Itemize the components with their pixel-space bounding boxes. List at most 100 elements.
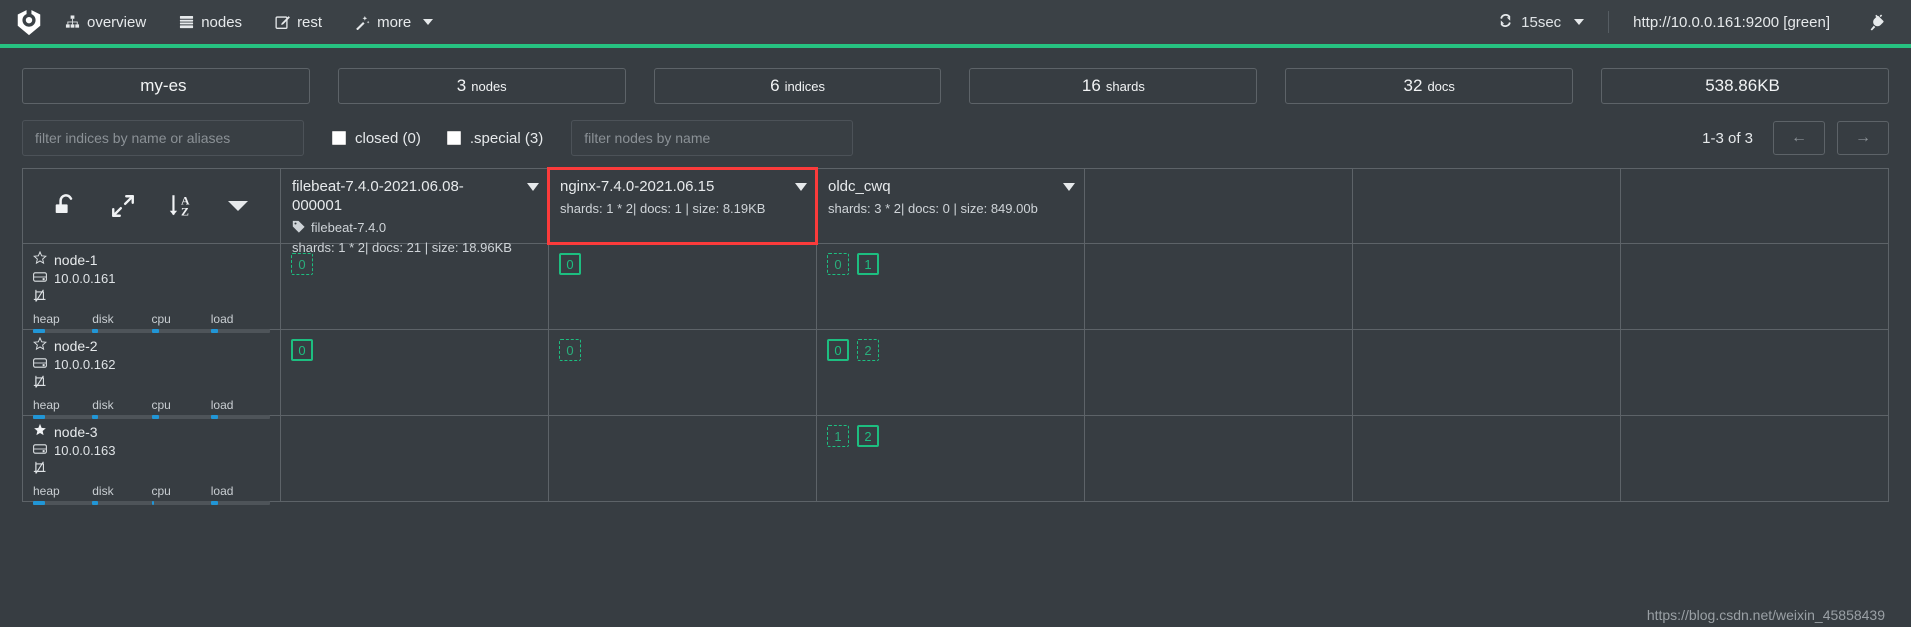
gauge-load: load xyxy=(210,312,270,334)
svg-text:Z: Z xyxy=(181,205,189,219)
gauge-heap: heap xyxy=(33,398,93,420)
navbar-right: 15sec http://10.0.0.161:9200 [green] xyxy=(1498,11,1889,33)
chevron-down-icon xyxy=(423,19,434,25)
node-row: node-2 10.0.0.162 heap disk cpu load 0 0… xyxy=(22,329,1889,420)
index-type-checkboxes: closed (0) .special (3) xyxy=(332,130,543,147)
refresh-interval-selector[interactable]: 15sec xyxy=(1498,13,1585,32)
stat-cluster-name: my-es xyxy=(22,68,310,104)
navbar-divider xyxy=(1608,11,1610,33)
nav-item-overview[interactable]: overview xyxy=(62,10,148,35)
caret-down-icon[interactable] xyxy=(226,198,250,214)
index-menu-caret-icon[interactable] xyxy=(795,183,807,191)
nav-item-label: nodes xyxy=(201,13,243,31)
stat-docs: 32 docs xyxy=(1285,68,1574,104)
index-name: oldc_cwq xyxy=(828,178,891,195)
unlock-icon[interactable] xyxy=(53,193,79,219)
shard-badge[interactable]: 0 xyxy=(291,339,313,361)
gauge-heap: heap xyxy=(33,312,93,334)
star-outline-icon xyxy=(33,250,47,270)
shard-badge[interactable]: 1 xyxy=(827,425,849,447)
shard-cell-empty xyxy=(1620,329,1889,416)
index-header-cell: oldc_cwq shards: 3 * 2| docs: 0 | size: … xyxy=(816,168,1085,244)
node-role-icons xyxy=(33,375,270,393)
nav-items: overview nodes rest more xyxy=(62,10,435,35)
gauge-label: disk xyxy=(92,312,114,327)
top-navbar: overview nodes rest more 15sec http://10… xyxy=(0,0,1911,48)
index-header-empty-cell xyxy=(1352,168,1621,244)
index-header-empty-cell xyxy=(1084,168,1353,244)
plug-icon[interactable] xyxy=(1870,14,1889,31)
shard-badge[interactable]: 2 xyxy=(857,339,879,361)
checkbox-box-icon xyxy=(332,131,346,145)
shard-badge[interactable]: 0 xyxy=(827,339,849,361)
index-menu-caret-icon[interactable] xyxy=(1063,183,1075,191)
stat-size: 538.86KB xyxy=(1601,68,1889,104)
stat-unit: nodes xyxy=(471,78,507,94)
nav-item-rest[interactable]: rest xyxy=(272,10,324,35)
shard-cell-empty xyxy=(1352,415,1621,502)
nav-item-label: overview xyxy=(87,13,147,31)
index-header-cell: nginx-7.4.0-2021.06.15 shards: 1 * 2| do… xyxy=(547,167,818,245)
gauge-load: load xyxy=(210,484,270,506)
nav-item-nodes[interactable]: nodes xyxy=(176,10,244,35)
node-name: node-2 xyxy=(54,338,98,354)
index-alias: filebeat-7.4.0 xyxy=(292,220,537,236)
shard-badge[interactable]: 0 xyxy=(559,339,581,361)
pagination-next-button[interactable]: → xyxy=(1837,121,1889,155)
node-name-line: node-1 xyxy=(33,250,270,270)
grid-header-row: A Z filebeat-7.4.0-2021.06.08-000001 fil… xyxy=(22,167,1889,255)
nodes-filter-input[interactable] xyxy=(571,120,854,156)
stat-unit: indices xyxy=(784,78,826,94)
index-menu-caret-icon[interactable] xyxy=(527,183,539,191)
index-header-cell: filebeat-7.4.0-2021.06.08-000001 filebea… xyxy=(280,168,549,255)
node-name-line: node-3 xyxy=(33,423,270,442)
server-icon xyxy=(33,442,47,460)
refresh-interval-label: 15sec xyxy=(1521,13,1562,31)
gauge-label: load xyxy=(210,398,234,413)
index-header-filebeat: filebeat-7.4.0-2021.06.08-000001 filebea… xyxy=(281,169,548,255)
gauge-label: heap xyxy=(33,312,60,327)
index-header-empty-cell xyxy=(1620,168,1889,244)
expand-arrows-icon[interactable] xyxy=(110,193,136,219)
cluster-stats-bar: my-es 3 nodes 6 indices 16 shards 32 doc… xyxy=(0,44,1911,104)
gauge-cpu: cpu xyxy=(151,484,211,506)
gauge-disk: disk xyxy=(92,484,152,506)
shard-cell: 1 2 xyxy=(816,415,1085,502)
shard-cell-empty xyxy=(1620,415,1889,502)
checkbox-label: closed (0) xyxy=(355,129,421,147)
stat-value: 16 xyxy=(1081,76,1101,95)
shard-badge[interactable]: 1 xyxy=(857,253,879,275)
shard-badge[interactable]: 0 xyxy=(827,253,849,275)
stat-value: 538.86KB xyxy=(1705,76,1780,95)
node-name-line: node-2 xyxy=(33,336,270,356)
cluster-url-label[interactable]: http://10.0.0.161:9200 [green] xyxy=(1633,14,1830,31)
gauge-cpu: cpu xyxy=(151,398,211,420)
gauge-label: cpu xyxy=(151,398,171,413)
sort-alpha-down-icon[interactable]: A Z xyxy=(167,193,195,219)
checkbox-special[interactable]: .special (3) xyxy=(446,130,543,147)
shard-badge[interactable]: 0 xyxy=(559,253,581,275)
indices-filter-input[interactable] xyxy=(22,120,304,156)
shard-badge[interactable]: 2 xyxy=(857,425,879,447)
pagination-prev-button[interactable]: ← xyxy=(1773,121,1825,155)
shard-cell-empty xyxy=(1352,329,1621,416)
gauge-label: heap xyxy=(33,484,60,499)
gauge-disk: disk xyxy=(92,398,152,420)
stat-unit: docs xyxy=(1427,78,1455,94)
index-meta: shards: 1 * 2| docs: 1 | size: 8.19KB xyxy=(560,200,766,216)
node-row: node-1 10.0.0.161 heap disk cpu load 0 0… xyxy=(22,243,1889,334)
cluster-grid: A Z filebeat-7.4.0-2021.06.08-000001 fil… xyxy=(22,167,1889,506)
shard-cell: 0 xyxy=(548,243,817,330)
shard-badge[interactable]: 0 xyxy=(291,253,313,275)
server-icon xyxy=(33,356,47,374)
node-name: node-3 xyxy=(54,424,98,440)
shard-cell-empty xyxy=(548,415,817,502)
pagination-count: 1-3 of 3 xyxy=(1702,129,1753,147)
stat-nodes: 3 nodes xyxy=(337,68,626,104)
gauge-label: load xyxy=(210,312,234,327)
checkbox-closed[interactable]: closed (0) xyxy=(332,130,421,147)
cerebro-logo-icon[interactable] xyxy=(14,7,44,37)
shard-cell-empty xyxy=(1084,329,1353,416)
nav-item-more[interactable]: more xyxy=(352,10,435,35)
node-ip: 10.0.0.163 xyxy=(54,442,116,458)
